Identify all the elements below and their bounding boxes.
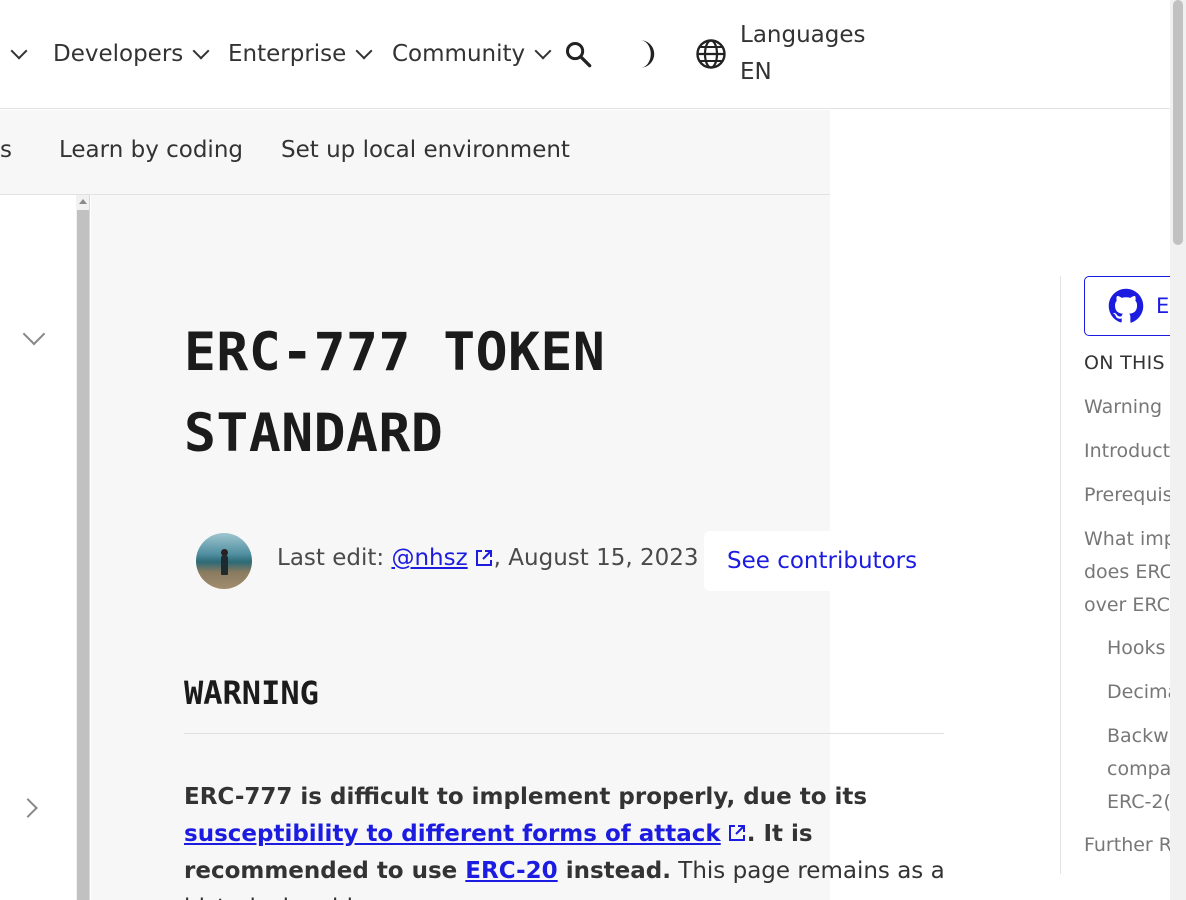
toc-item-warning[interactable]: Warning [1084,391,1162,424]
nav-item-enterprise[interactable]: Enterprise [228,38,373,70]
search-button[interactable] [562,38,594,70]
see-contributors-button[interactable]: See contributors [704,531,944,591]
globe-icon [696,39,726,69]
last-edit-prefix: Last edit: [277,545,392,571]
chevron-down-icon [534,42,552,59]
warning-heading: WARNING [184,674,319,712]
erc20-link[interactable]: ERC-20 [465,858,557,884]
toc-item-backward-line2[interactable]: compa [1107,753,1171,786]
divider [184,733,944,734]
toc-item-prerequisites[interactable]: Prerequis [1084,479,1173,512]
chevron-down-icon [192,42,210,59]
page-scrollbar-thumb[interactable] [1173,0,1183,245]
toc-divider [1060,276,1061,874]
attack-susceptibility-link[interactable]: susceptibility to different forms of att… [184,821,721,847]
toc-item-what-improvements-line3[interactable]: over ERC [1084,589,1170,622]
nav-item-label: Developers [53,41,184,67]
page-title: ERC-777 TOKEN STANDARD [184,322,606,464]
external-link-icon [728,825,745,841]
last-edit-date: , August 15, 2023 [493,545,699,571]
scroll-up-arrow-icon[interactable] [79,199,87,204]
toc-item-backward-line1[interactable]: Backw [1107,720,1169,753]
left-sidebar [0,195,76,900]
toc-heading: ON THIS [1084,352,1165,374]
chevron-down-icon [355,42,373,59]
subnav-item-partial[interactable]: s [0,137,12,163]
language-label: Languages [740,22,866,48]
last-edit-info: Last edit: @nhsz , August 15, 2023 [277,545,699,571]
toc-item-what-improvements-line2[interactable]: does ERC [1084,556,1173,589]
top-navigation: Developers Enterprise Community Language… [0,0,1170,109]
subnav-item-learn-by-coding[interactable]: Learn by coding [59,137,243,163]
search-icon [565,41,592,68]
edit-page-button[interactable]: Ed [1084,276,1184,336]
external-link-icon [475,550,492,566]
toc-item-backward-line3[interactable]: ERC-2( [1107,786,1171,819]
subnav-item-local-environment[interactable]: Set up local environment [281,137,570,163]
toc-item-introduction[interactable]: Introduct [1084,435,1170,468]
nav-item-label: Community [392,41,526,67]
warning-paragraph: ERC-777 is difficult to implement proper… [184,779,954,900]
warning-text-part: ERC-777 is difficult to implement proper… [184,784,868,810]
language-code: EN [740,59,772,85]
moon-icon [640,40,655,68]
language-button[interactable] [694,37,728,71]
last-edit-user-link[interactable]: @nhsz [391,545,467,571]
nav-item-label: Enterprise [228,41,347,67]
github-icon [1108,288,1144,323]
chevron-down-icon [10,42,28,59]
nav-item-community[interactable]: Community [392,38,552,70]
toc-item-hooks[interactable]: Hooks [1107,632,1165,665]
warning-text-part: instead. [557,858,671,884]
nav-dropdown-chevron[interactable] [8,38,30,70]
avatar [196,533,252,589]
sidebar-scrollbar-thumb[interactable] [77,210,89,900]
theme-toggle-button[interactable] [628,38,662,70]
sub-navigation: s Learn by coding Set up local environme… [0,110,830,195]
nav-item-developers[interactable]: Developers [53,38,210,70]
toc-item-further-reading[interactable]: Further R [1084,829,1172,862]
toc-item-what-improvements-line1[interactable]: What imp [1084,523,1176,556]
toc-item-decimals[interactable]: Decima [1107,676,1179,709]
language-selector[interactable]: Languages EN [740,17,866,91]
